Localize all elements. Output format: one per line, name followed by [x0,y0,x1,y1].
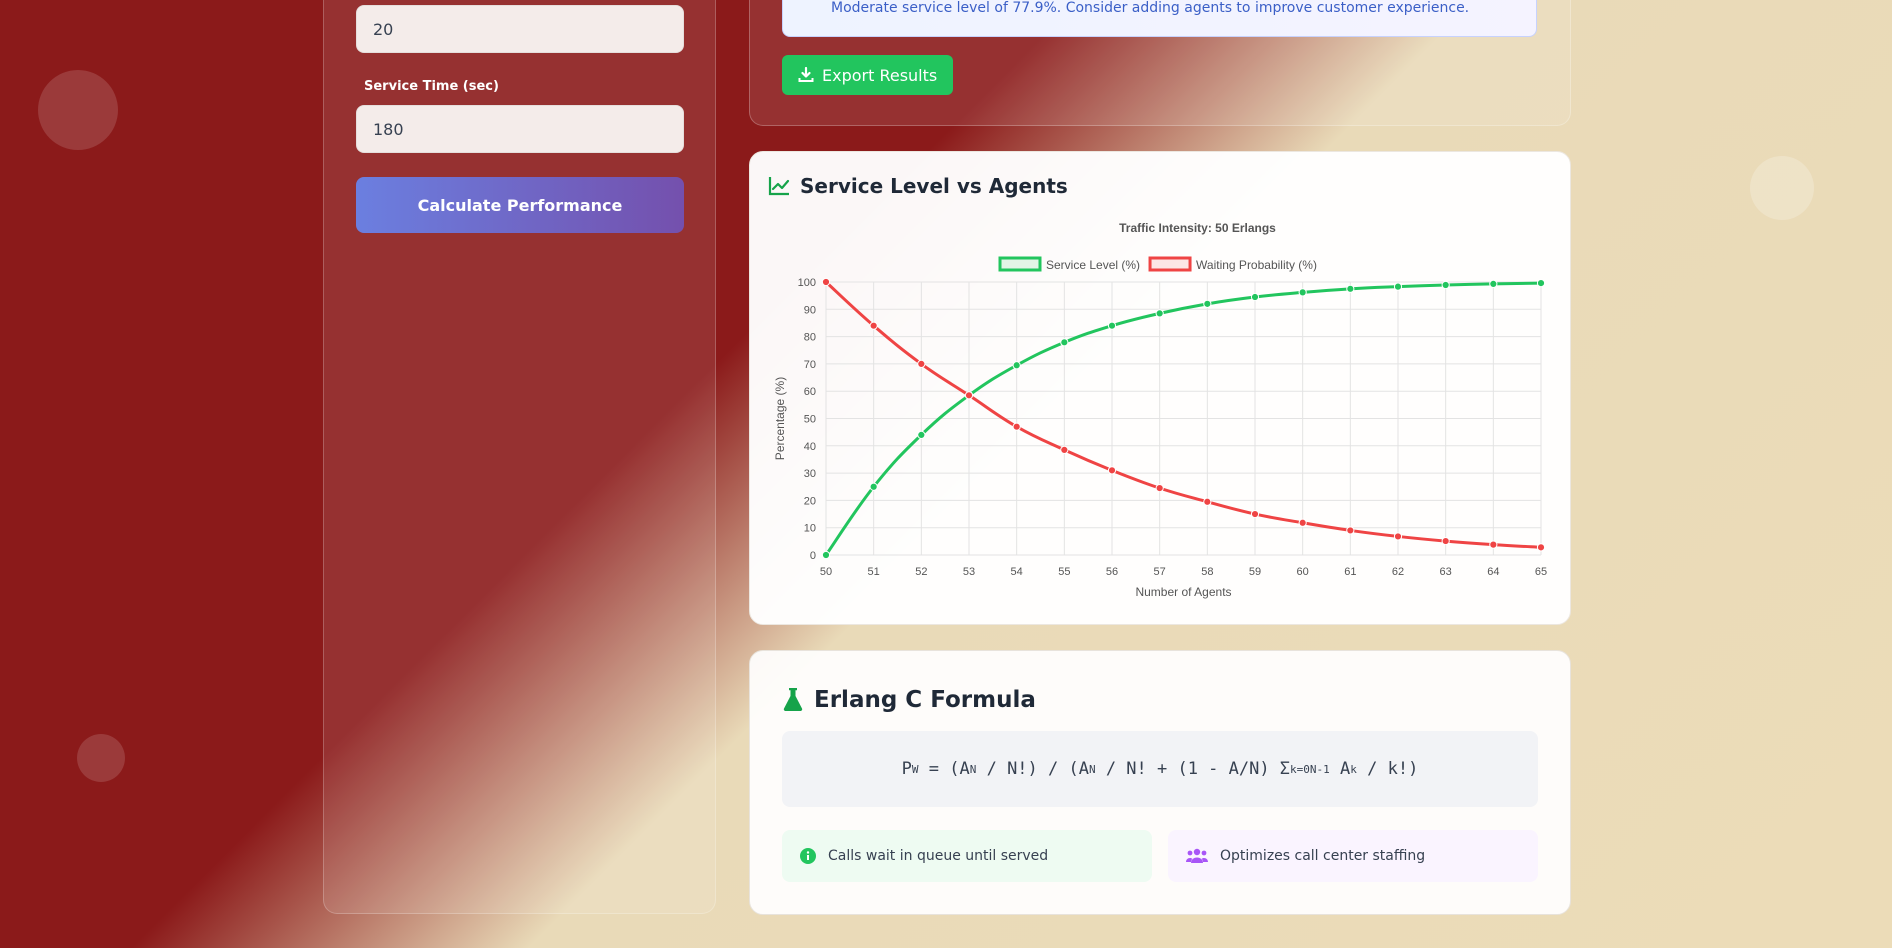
waiting-probability-point [964,391,974,400]
waiting-probability-point [1060,445,1069,454]
decor-bubble [1750,156,1814,220]
service-time-input[interactable]: 180 [356,105,684,153]
service-level-point [1060,338,1069,347]
waiting-probability-point [1298,518,1307,527]
x-tick-label: 60 [1297,566,1309,578]
calculate-performance-button[interactable]: Calculate Performance [356,177,684,233]
service-level-line [824,281,1542,556]
service-level-point [1012,361,1021,370]
x-tick-label: 64 [1487,566,1499,578]
service-level-alert: Moderate service level of 77.9%. Conside… [782,0,1537,37]
x-tick-label: 57 [1154,566,1166,578]
legend-label: Service Level (%) [1046,258,1140,272]
chart-card: Service Level vs Agents Traffic Intensit… [749,151,1571,625]
y-tick-label: 30 [804,468,816,480]
waiting-probability-point [1012,422,1021,431]
service-level-point [917,430,926,439]
info-chip-staffing: Optimizes call center staffing [1168,830,1538,882]
service-level-point [1536,278,1546,288]
x-tick-label: 51 [868,566,880,578]
service-level-point [1393,282,1403,291]
service-time-label: Service Time (sec) [364,79,499,94]
waiting-probability-point [869,321,878,330]
x-tick-label: 61 [1344,566,1356,578]
x-tick-label: 54 [1011,566,1023,578]
service-level-point [1250,292,1260,302]
waiting-probability-point [1393,532,1403,541]
y-tick-label: 70 [804,359,816,371]
waiting-probability-point [1203,497,1212,506]
x-tick-label: 58 [1201,566,1213,578]
arrival-rate-value: 20 [373,19,394,39]
info-chip-queue: Calls wait in queue until served [782,830,1152,882]
service-time-value: 180 [373,119,404,139]
export-results-button[interactable]: Export Results [782,55,954,95]
x-tick-label: 59 [1249,566,1261,578]
x-tick-label: 56 [1106,566,1118,578]
waiting-probability-line [824,280,1542,549]
y-tick-label: 80 [804,332,816,344]
erlang-c-formula: PW = (A N / N!) / (A N / N! + (1 - A/N) Σk… [782,731,1538,807]
download-icon [798,67,814,82]
waiting-probability-point [1489,540,1498,549]
y-tick-label: 0 [810,550,816,562]
x-axis-label: Number of Agents [1135,585,1231,599]
waiting-probability-point [1107,466,1117,475]
waiting-probability-point [1250,509,1260,519]
y-tick-label: 50 [804,414,816,426]
x-tick-label: 63 [1440,566,1452,578]
x-tick-label: 50 [820,566,832,578]
service-level-point [869,482,878,491]
decor-bubble [38,70,118,150]
users-icon [1186,848,1208,863]
waiting-probability-point [917,359,926,368]
service-level-point [1107,321,1117,330]
y-axis-label: Percentage (%) [773,377,787,460]
x-tick-label: 65 [1535,566,1547,578]
service-level-point [821,550,831,560]
service-level-point [1346,284,1355,293]
chart-title: Traffic Intensity: 50 Erlangs [1119,221,1276,235]
formula-card-header: Erlang C Formula [782,687,1036,713]
service-level-point [1298,288,1307,297]
y-tick-label: 60 [804,386,816,398]
y-tick-label: 90 [804,304,816,316]
arrival-rate-input[interactable]: 20 [356,5,684,53]
x-tick-label: 55 [1058,566,1070,578]
waiting-probability-point [1441,536,1450,546]
export-results-label: Export Results [822,65,938,85]
legend-swatch [1148,256,1192,272]
service-level-point [1155,309,1164,318]
waiting-probability-point [821,277,831,287]
info-chip-staffing-text: Optimizes call center staffing [1220,848,1426,864]
info-chip-queue-text: Calls wait in queue until served [828,848,1049,864]
alert-text: Moderate service level of 77.9%. Conside… [831,0,1470,16]
info-circle-icon [800,848,816,864]
decor-bubble [77,734,125,782]
results-card: Moderate service level of 77.9%. Conside… [749,0,1571,126]
y-tick-label: 20 [804,495,816,507]
legend-label: Waiting Probability (%) [1196,258,1317,272]
service-level-point [1203,299,1212,308]
x-tick-label: 53 [963,566,975,578]
y-tick-label: 100 [798,277,816,289]
service-level-chart: Traffic Intensity: 50 Erlangs 0 10 20 30 40 50… [773,221,1547,599]
x-tick-label: 62 [1392,566,1404,578]
y-tick-label: 40 [804,441,816,453]
waiting-probability-point [1155,484,1164,493]
waiting-probability-point [1536,543,1546,552]
x-tick-label: 52 [915,566,927,578]
input-panel: 20 Service Time (sec) 180 Calculate Perf… [323,0,716,914]
waiting-probability-point [1346,526,1355,535]
service-level-point [1489,279,1498,289]
formula-card: Erlang C Formula PW = (A N / N!) / (A N / … [749,650,1571,915]
service-level-point [1441,280,1450,290]
formula-card-title: Erlang C Formula [814,687,1036,713]
legend-swatch [998,256,1042,272]
flask-icon [783,688,803,711]
y-tick-label: 10 [804,523,816,535]
